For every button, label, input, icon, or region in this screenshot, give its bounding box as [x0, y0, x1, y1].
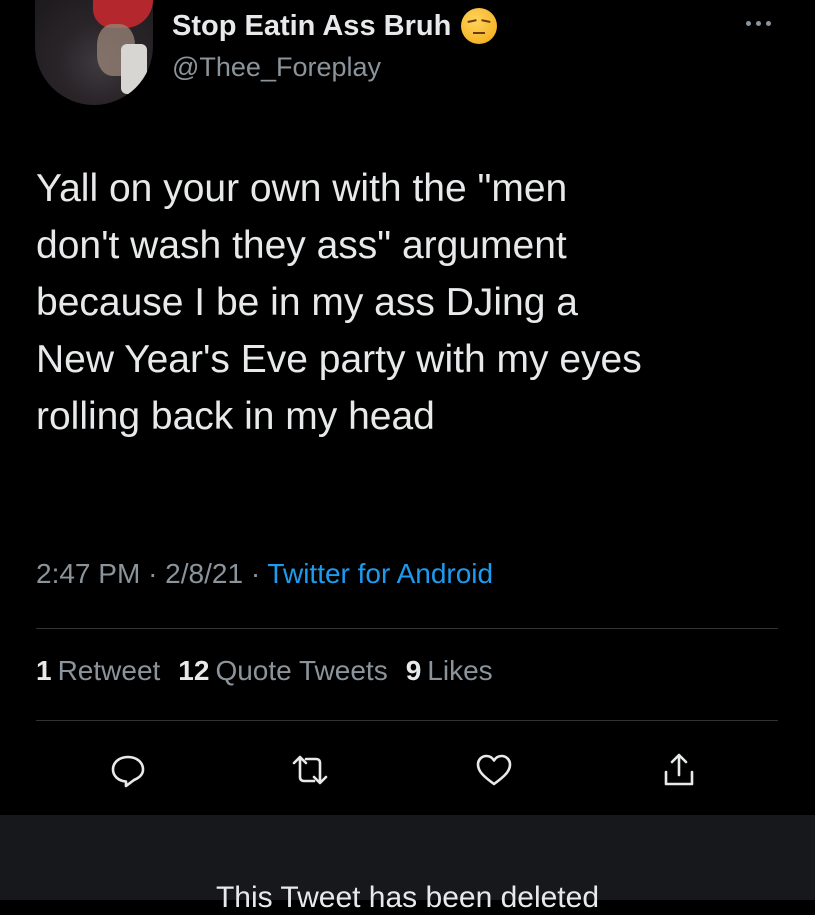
tweet-meta: 2:47 PM · 2/8/21 · Twitter for Android [36, 558, 493, 590]
retweets-stat[interactable]: 1 Retweet [36, 655, 160, 687]
likes-count: 9 [405, 655, 422, 686]
tweet-source-link[interactable]: Twitter for Android [267, 558, 493, 589]
avatar-cup [121, 44, 147, 94]
tweet-text: Yall on your own with the "men don't was… [36, 167, 642, 438]
tweet-stats: 1 Retweet 12 Quote Tweets 9 Likes [36, 655, 493, 687]
avatar[interactable] [35, 0, 153, 105]
retweet-icon[interactable] [285, 745, 335, 795]
deleted-tweet-text: This Tweet has been deleted [215, 881, 600, 914]
unamused-face-emoji-icon [461, 8, 498, 44]
tweet-time: 2:47 PM [36, 558, 141, 589]
tweet-date: 2/8/21 [165, 558, 244, 589]
divider [36, 628, 778, 629]
likes-label: Likes [427, 655, 493, 686]
author-name-row[interactable]: Stop Eatin Ass Bruh [172, 4, 498, 48]
like-icon[interactable] [469, 745, 519, 795]
share-icon[interactable] [654, 745, 704, 795]
quote-tweets-count: 12 [178, 655, 210, 686]
more-options-icon[interactable] [741, 18, 775, 28]
retweets-count: 1 [36, 655, 52, 686]
meta-separator: · [250, 558, 261, 589]
tweet: Stop Eatin Ass Bruh @Thee_Foreplay Yall … [0, 0, 815, 815]
retweets-label: Retweet [57, 655, 161, 686]
author-handle[interactable]: @Thee_Foreplay [172, 52, 381, 83]
likes-stat[interactable]: 9 Likes [406, 655, 493, 687]
quote-tweets-label: Quote Tweets [215, 655, 388, 686]
deleted-tweet-notice: This Tweet has been deleted [0, 815, 815, 914]
tweet-actions [0, 745, 815, 795]
reply-icon[interactable] [103, 745, 153, 795]
quote-tweets-stat[interactable]: 12 Quote Tweets [178, 655, 387, 687]
meta-separator: · [148, 558, 158, 589]
author-display-name[interactable]: Stop Eatin Ass Bruh [172, 10, 451, 43]
divider [36, 720, 778, 721]
